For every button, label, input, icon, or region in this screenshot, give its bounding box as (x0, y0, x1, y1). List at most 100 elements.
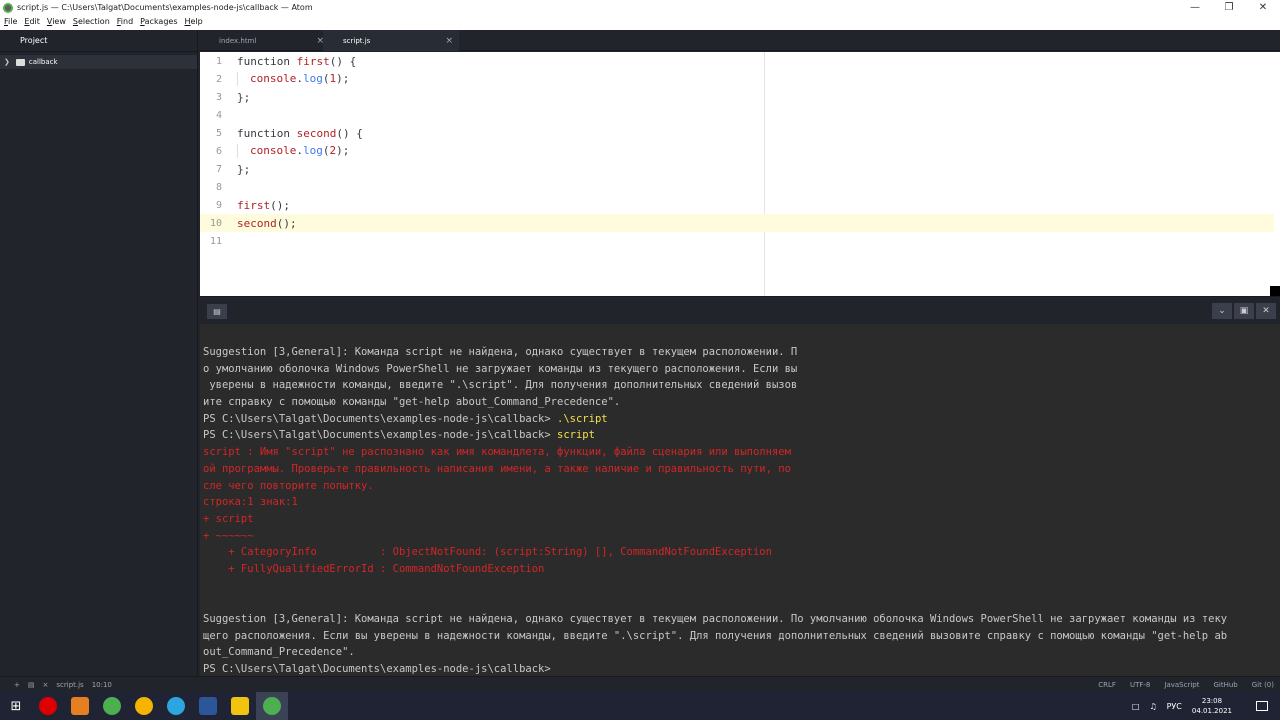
terminal-error-line: строка:1 знак:1 (203, 496, 298, 509)
terminal-error-line: + FullyQualifiedErrorId : CommandNotFoun… (203, 562, 545, 575)
menu-help[interactable]: Help (185, 17, 203, 26)
notification-icon[interactable] (1256, 701, 1268, 711)
terminal-error-line: ой программы. Проверьте правильность нап… (203, 462, 791, 475)
line-number: 10 (209, 217, 222, 229)
utorrent-icon[interactable] (96, 692, 128, 720)
close-tab-icon[interactable]: × (445, 36, 453, 46)
atom-workspace: Project ❯ callback index.html × script.j… (0, 30, 1280, 676)
code-editor[interactable]: 1 function first() { 2 console.log(1); 3};… (200, 52, 1280, 296)
tree-item-label: callback (28, 58, 58, 66)
tab-label: script.js (343, 36, 371, 45)
menu-find[interactable]: Find (117, 17, 133, 26)
status-bar: + ▤ × script.js 10:10 CRLF UTF-8 JavaScr… (0, 676, 1280, 692)
code-line: 2 console.log(1); (200, 70, 1274, 88)
terminal-line: Suggestion [3,General]: Команда script н… (203, 346, 798, 358)
menu-view[interactable]: View (47, 17, 66, 26)
close-panel-icon[interactable]: ✕ (1256, 303, 1276, 319)
code-line: 5 function second() { (200, 124, 1274, 142)
atom-taskbar-icon[interactable] (256, 692, 288, 720)
terminal-line: PS C:\Users\Talgat\Documents\examples-no… (203, 429, 595, 442)
network-icon[interactable]: □ (1132, 702, 1140, 711)
terminal-error-line: сле чего повторите попытку. (203, 479, 374, 492)
terminal-line: out_Command_Precedence". (203, 646, 355, 659)
project-tab[interactable]: Project (0, 30, 197, 52)
close-button[interactable]: ✕ (1246, 0, 1280, 15)
menu-edit[interactable]: Edit (24, 17, 40, 26)
maximize-panel-icon[interactable]: ▣ (1234, 303, 1254, 319)
terminal-toolbar: ▤ ⌄ ▣ ✕ (200, 296, 1280, 324)
code-line: 1 function first() { (200, 52, 1274, 70)
code-line: 9 first(); (200, 196, 1274, 214)
maximize-button[interactable]: ❐ (1212, 0, 1246, 15)
telegram-icon[interactable] (160, 692, 192, 720)
tree-item-callback[interactable]: ❯ callback (0, 55, 197, 69)
windows-taskbar: ⊞ □ ♫ РУС 23:08 04.01.2021 (0, 692, 1280, 720)
folder-icon (15, 58, 25, 66)
line-number: 8 (215, 181, 222, 193)
line-ending[interactable]: CRLF (1098, 681, 1116, 689)
windows-start-icon[interactable]: ⊞ (0, 692, 32, 720)
clock[interactable]: 23:08 04.01.2021 (1192, 696, 1242, 716)
terminal-small-icon[interactable]: ▤ (28, 681, 35, 689)
terminal-error-line: + script (203, 512, 254, 525)
terminal-line: PS C:\Users\Talgat\Documents\examples-no… (203, 412, 608, 425)
minimize-button[interactable]: — (1178, 0, 1212, 15)
line-number: 6 (215, 145, 222, 157)
editor-tab-bar: index.html × script.js × (199, 30, 1280, 51)
terminal-error-line: + ~~~~~~ (203, 529, 254, 542)
code-line-current: 10 second(); (200, 214, 1274, 232)
project-sidebar: Project ❯ callback (0, 30, 198, 676)
code-line: 8 (200, 178, 1274, 196)
atom-app-icon (3, 2, 13, 13)
terminal-line: уверены в надежности команды, введите ".… (203, 379, 798, 392)
chevron-right-icon[interactable]: ❯ (4, 58, 10, 66)
terminal-icon[interactable]: ▤ (207, 304, 227, 319)
code-line: 6 console.log(2); (200, 142, 1274, 160)
code-line: 11 (200, 232, 1274, 250)
explorer-icon[interactable] (224, 692, 256, 720)
line-number: 4 (215, 109, 222, 121)
file-tree: ❯ callback (0, 52, 197, 69)
terminal-controls: ⌄ ▣ ✕ (1210, 303, 1276, 319)
github-link[interactable]: GitHub (1213, 681, 1237, 689)
volume-icon[interactable]: ♫ (1149, 702, 1156, 711)
menu-bar: File Edit View Selection Find Packages H… (0, 15, 1280, 28)
cursor-position[interactable]: 10:10 (92, 681, 112, 689)
code-line: 4 (200, 106, 1274, 124)
status-file[interactable]: script.js (56, 681, 83, 689)
terminal-line: щего расположения. Если вы уверены в над… (203, 629, 1228, 642)
encoding[interactable]: UTF-8 (1130, 681, 1150, 689)
line-number: 11 (209, 235, 222, 247)
line-number: 9 (215, 199, 222, 211)
system-tray: □ ♫ РУС 23:08 04.01.2021 (1132, 692, 1280, 720)
menu-selection[interactable]: Selection (73, 17, 110, 26)
language-indicator[interactable]: РУС (1167, 702, 1182, 711)
line-number: 3 (215, 91, 222, 103)
close-small-icon[interactable]: × (43, 681, 49, 689)
chevron-down-icon[interactable]: ⌄ (1212, 303, 1232, 319)
window-controls: — ❐ ✕ (1178, 0, 1280, 15)
tab-script-js[interactable]: script.js × (323, 30, 459, 51)
terminal-output[interactable]: Suggestion [3,General]: Команда script н… (200, 324, 1280, 676)
terminal-error-line: + CategoryInfo : ObjectNotFound: (script… (203, 546, 772, 559)
window-title: script.js — C:\Users\Talgat\Documents\ex… (17, 3, 313, 12)
menu-file[interactable]: File (4, 17, 17, 26)
terminal-error-line: script : Имя "script" не распознано как … (203, 446, 791, 459)
line-number: 5 (215, 127, 222, 139)
tab-label: index.html (219, 36, 257, 45)
git-link[interactable]: Git (0) (1252, 681, 1274, 689)
opera-icon[interactable] (32, 692, 64, 720)
media-player-icon[interactable] (64, 692, 96, 720)
chrome-icon[interactable] (128, 692, 160, 720)
tab-index-html[interactable]: index.html × (199, 30, 330, 51)
code-line: 7}; (200, 160, 1274, 178)
line-number: 7 (215, 163, 222, 175)
title-bar: script.js — C:\Users\Talgat\Documents\ex… (0, 0, 1280, 15)
terminal-line: о умолчанию оболочка Windows PowerShell … (203, 362, 798, 375)
menu-packages[interactable]: Packages (140, 17, 177, 26)
resize-corner[interactable] (1270, 286, 1280, 296)
terminal-line: ите справку с помощью команды "get-help … (203, 396, 621, 409)
word-icon[interactable] (192, 692, 224, 720)
grammar[interactable]: JavaScript (1164, 681, 1199, 689)
add-icon[interactable]: + (14, 681, 20, 689)
